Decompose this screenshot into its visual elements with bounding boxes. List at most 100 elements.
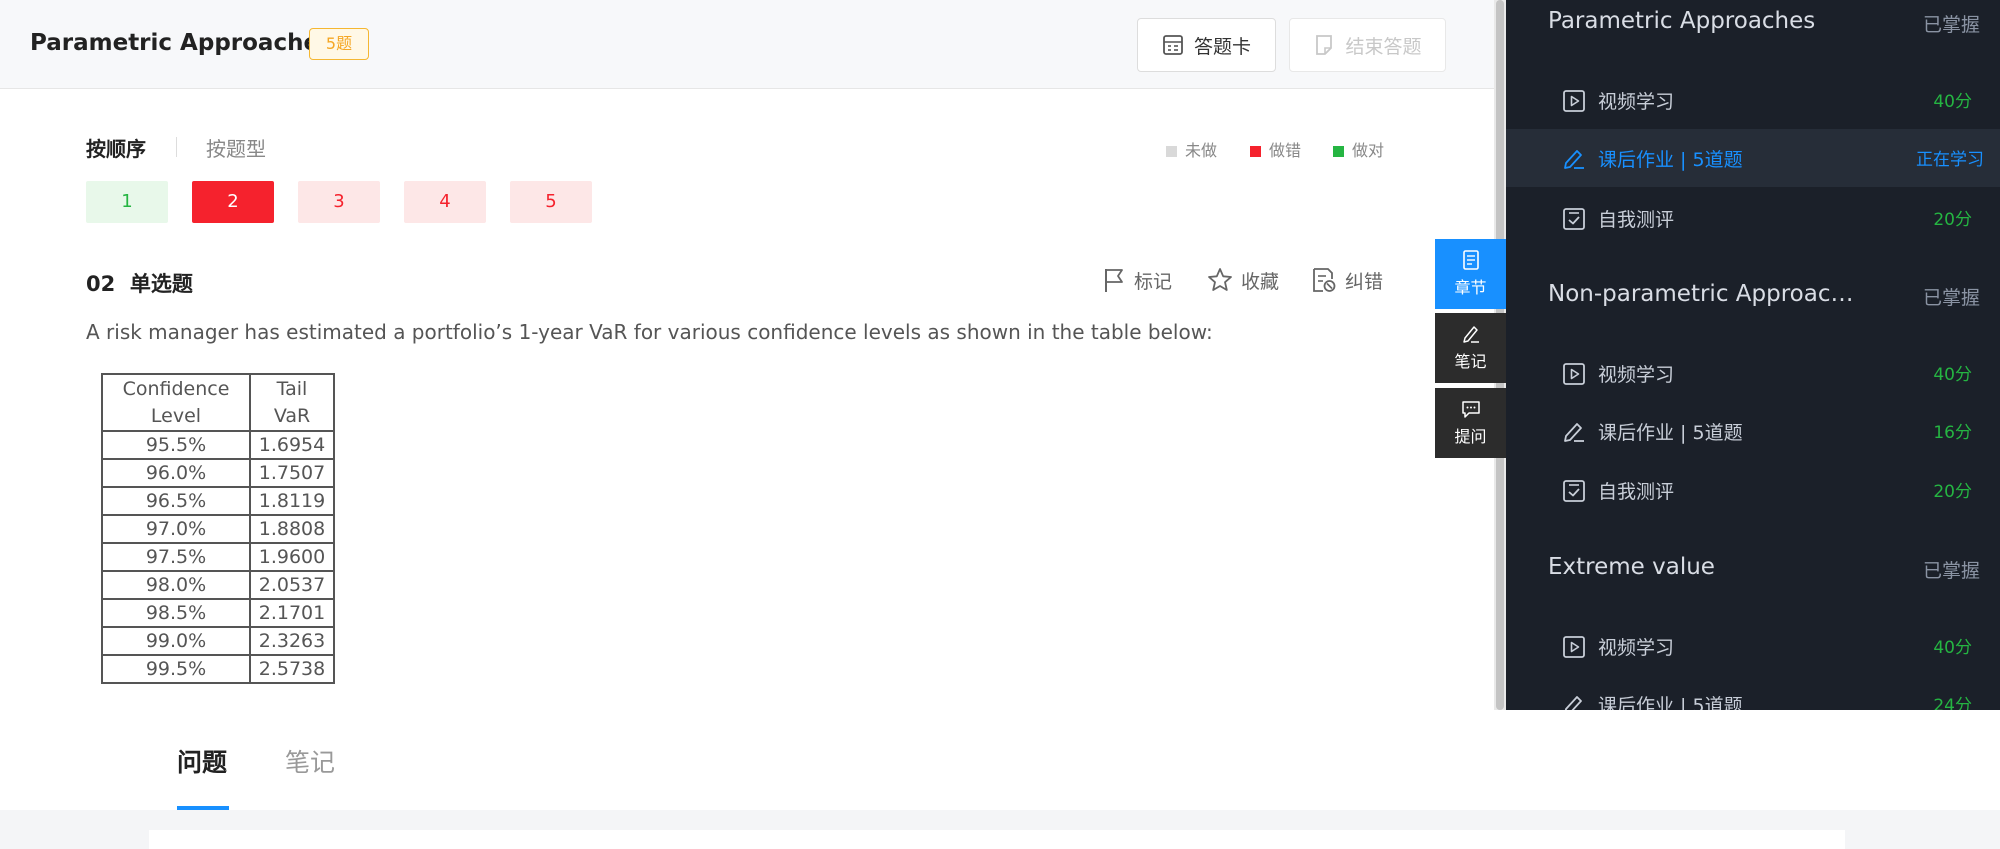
chapter-item-self-test[interactable]: 自我测评 20分 [1506,189,2000,247]
tab-question[interactable]: 问题 [177,743,227,779]
var-cell: 2.3263 [249,626,335,656]
chapter-item-score: 20分 [1933,210,1972,230]
header-cell-line: VaR [273,404,311,427]
header-cell-line: Level [150,404,202,427]
self-test-check-icon [1562,479,1586,503]
undone-dot-icon [1166,146,1177,157]
chapter-panel: Parametric Approaches 已掌握 视频学习 40分 课后作业 … [1506,0,2000,710]
confidence-cell: 97.0% [101,514,251,544]
chapter-item-score: 24分 [1933,696,1972,710]
page-title: Parametric Approaches [30,30,333,56]
order-by-type-tab[interactable]: 按题型 [206,133,266,162]
question-text: A risk manager has estimated a portfolio… [86,320,1213,344]
star-icon [1207,267,1233,293]
chapter-item-homework[interactable]: 课后作业 | 5道题 24分 [1506,675,2000,710]
question-number-1[interactable]: 1 [86,181,168,223]
report-error-icon [1311,267,1337,293]
var-cell: 2.1701 [249,598,335,628]
answer-card-label: 答题卡 [1193,35,1251,58]
confidence-cell: 98.5% [101,598,251,628]
order-divider [176,137,177,157]
var-table: Confidence Level Tail VaR 95.5% 1.6954 96.0… [101,373,335,684]
var-cell: 1.9600 [249,542,335,572]
section-title[interactable]: Non-parametric Approac… [1548,281,1868,307]
tab-notes[interactable]: 笔记 [285,743,335,779]
mark-button[interactable]: 标记 [1102,264,1172,296]
question-number-2[interactable]: 2 [192,181,274,223]
legend-wrong: 做错 [1250,137,1301,161]
side-tab-ask[interactable]: 提问 [1435,388,1506,458]
chapter-item-label: 自我测评 [1598,209,1675,231]
answer-card-button[interactable]: 答题卡 [1137,18,1276,72]
var-cell: 1.8808 [249,514,335,544]
legend-wrong-label: 做错 [1269,141,1302,160]
chapter-item-self-test[interactable]: 自我测评 20分 [1506,461,2000,519]
favorite-button[interactable]: 收藏 [1207,264,1279,296]
chapter-item-label: 视频学习 [1598,364,1675,386]
chapter-item-homework[interactable]: 课后作业 | 5道题 16分 [1506,402,2000,460]
header-cell-line: Tail [276,377,308,400]
section-title[interactable]: Extreme value [1548,554,1868,580]
table-row: 98.5% 2.1701 [101,598,335,628]
question-number-5[interactable]: 5 [510,181,592,223]
table-row: 98.0% 2.0537 [101,570,335,600]
video-play-icon [1562,362,1586,386]
var-cell: 1.6954 [249,430,335,460]
chapter-item-label: 课后作业 | 5道题 [1598,695,1743,710]
ask-chat-icon [1461,399,1481,419]
confidence-cell: 99.5% [101,654,251,684]
side-tab-ask-label: 提问 [1454,427,1487,446]
section-status: 已掌握 [1922,14,1980,36]
legend-correct: 做对 [1333,137,1384,161]
side-tab-notes-label: 笔记 [1454,352,1487,371]
end-answer-label: 结束答题 [1345,35,1422,58]
chapter-icon [1462,250,1480,270]
report-error-button[interactable]: 纠错 [1311,264,1383,296]
table-header-row: Confidence Level Tail VaR [101,373,335,432]
chapter-item-score: 40分 [1933,92,1972,112]
question-number: 02 [86,272,116,296]
chapter-item-label: 课后作业 | 5道题 [1598,149,1743,171]
legend-undone: 未做 [1166,137,1217,161]
self-test-check-icon [1562,207,1586,231]
report-error-label: 纠错 [1345,270,1384,293]
question-number-3[interactable]: 3 [298,181,380,223]
chapter-item-label: 视频学习 [1598,91,1675,113]
chapter-item-label: 自我测评 [1598,481,1675,503]
table-row: 96.5% 1.8119 [101,486,335,516]
question-number-4[interactable]: 4 [404,181,486,223]
side-tab-chapter-label: 章节 [1454,278,1487,297]
homework-pencil-icon [1562,147,1586,171]
answer-card-icon [1162,34,1184,56]
legend-undone-label: 未做 [1185,141,1218,160]
side-tab-chapter[interactable]: 章节 [1435,239,1506,309]
legend-correct-label: 做对 [1352,141,1385,160]
notes-pencil-icon [1461,324,1481,344]
header-tail-var: Tail VaR [249,373,335,432]
video-play-icon [1562,89,1586,113]
correct-dot-icon [1333,146,1344,157]
chapter-item-video[interactable]: 视频学习 40分 [1506,617,2000,675]
page-header: Parametric Approaches 5题 答题卡 结束答题 [0,0,1494,89]
table-row: 95.5% 1.6954 [101,430,335,460]
chapter-item-homework[interactable]: 课后作业 | 5道题 正在学习 [1506,129,2000,187]
homework-pencil-icon [1562,693,1586,710]
confidence-cell: 96.5% [101,486,251,516]
favorite-label: 收藏 [1241,270,1280,293]
table-row: 99.5% 2.5738 [101,654,335,684]
section-title[interactable]: Parametric Approaches [1548,8,1868,34]
chapter-item-label: 课后作业 | 5道题 [1598,422,1743,444]
chapter-item-video[interactable]: 视频学习 40分 [1506,71,2000,129]
table-row: 97.0% 1.8808 [101,514,335,544]
order-by-sequence-tab[interactable]: 按顺序 [86,133,146,162]
side-tab-notes[interactable]: 笔记 [1435,313,1506,383]
chapter-item-score: 40分 [1933,638,1972,658]
end-answer-icon [1313,34,1335,56]
end-answer-button[interactable]: 结束答题 [1289,18,1446,72]
confidence-cell: 99.0% [101,626,251,656]
chapter-item-video[interactable]: 视频学习 40分 [1506,344,2000,402]
section-status: 已掌握 [1922,287,1980,309]
video-play-icon [1562,635,1586,659]
chapter-item-score: 20分 [1933,482,1972,502]
var-cell: 1.7507 [249,458,335,488]
